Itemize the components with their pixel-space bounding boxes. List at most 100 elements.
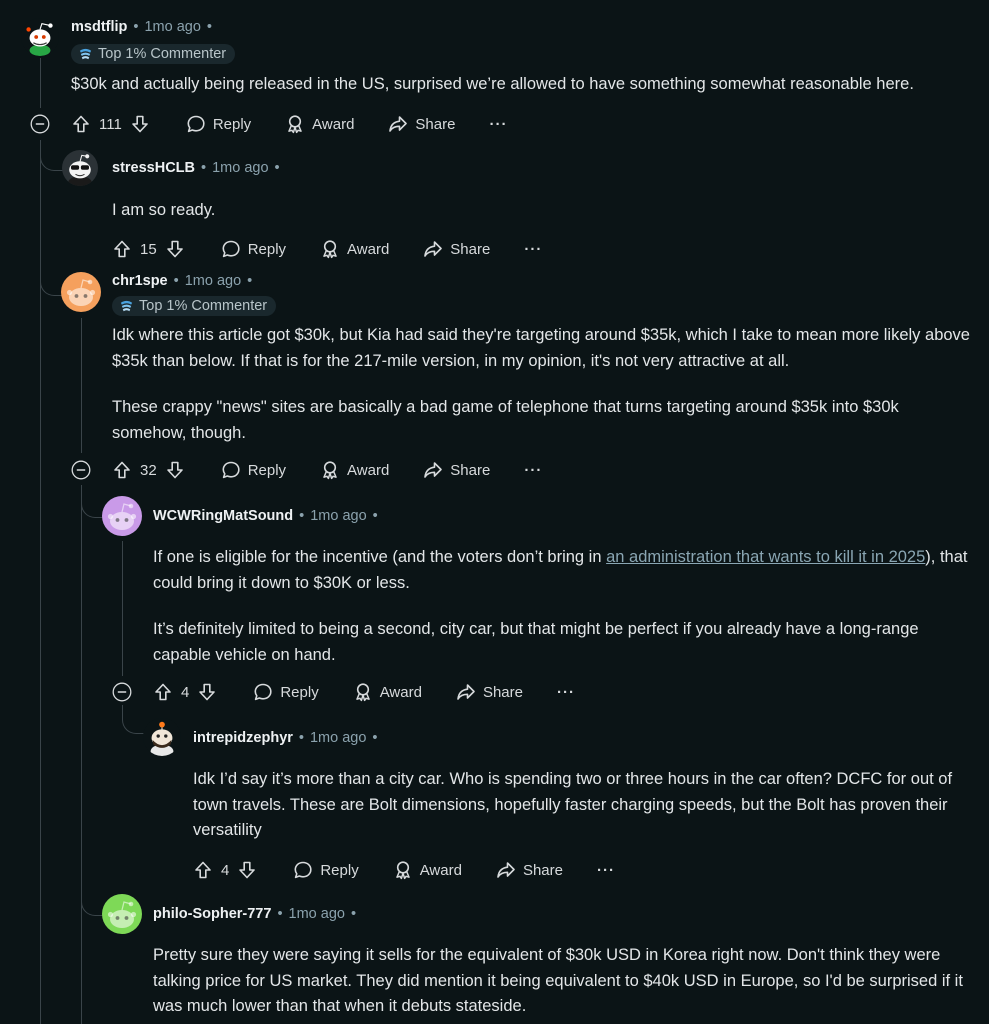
thread-line xyxy=(81,485,82,1024)
award-button[interactable]: Award xyxy=(393,860,462,880)
share-button[interactable]: Share xyxy=(423,460,490,480)
avatar[interactable] xyxy=(102,496,142,536)
share-button[interactable]: Share xyxy=(423,239,490,259)
upvote-icon[interactable] xyxy=(112,460,132,480)
avatar[interactable] xyxy=(143,718,181,756)
share-icon xyxy=(388,114,408,134)
comment-meta: msdtflip • 1mo ago • xyxy=(71,19,218,35)
more-options-button[interactable]: ··· xyxy=(597,862,615,879)
more-options-button[interactable]: ··· xyxy=(557,684,575,701)
downvote-icon[interactable] xyxy=(197,682,217,702)
award-button[interactable]: Award xyxy=(285,114,354,134)
vote-count: 111 xyxy=(99,115,122,133)
reply-button[interactable]: Reply xyxy=(221,460,286,480)
comment-text: If one is eligible for the incentive (an… xyxy=(153,548,607,566)
reply-label: Reply xyxy=(247,240,287,258)
separator-dot: • xyxy=(372,730,378,746)
upvote-icon[interactable] xyxy=(71,114,91,134)
award-label: Award xyxy=(419,861,462,879)
share-icon xyxy=(423,460,443,480)
avatar[interactable] xyxy=(61,272,101,312)
award-button[interactable]: Award xyxy=(320,460,389,480)
timestamp[interactable]: 1mo ago xyxy=(310,508,366,524)
thread-branch xyxy=(122,705,145,734)
flair-icon xyxy=(119,299,134,314)
user-flair: Top 1% Commenter xyxy=(71,44,236,64)
timestamp[interactable]: 1mo ago xyxy=(185,273,241,289)
username[interactable]: philo-Sopher-777 xyxy=(153,906,271,922)
reply-button[interactable]: Reply xyxy=(253,682,319,702)
upvote-icon[interactable] xyxy=(193,860,213,880)
comment-meta: philo-Sopher-777 • 1mo ago • xyxy=(153,906,362,922)
more-options-button[interactable]: ··· xyxy=(489,116,507,133)
collapse-icon[interactable] xyxy=(71,460,91,480)
vote-controls: 4 xyxy=(153,682,217,702)
username[interactable]: chr1spe xyxy=(112,273,168,289)
award-icon xyxy=(393,860,413,880)
downvote-icon[interactable] xyxy=(165,460,185,480)
timestamp[interactable]: 1mo ago xyxy=(144,19,200,35)
separator-dot: • xyxy=(277,906,283,922)
comment-meta: WCWRingMatSound • 1mo ago • xyxy=(153,508,384,524)
username[interactable]: stressHCLB xyxy=(112,160,195,176)
separator-dot: • xyxy=(299,508,305,524)
flair-label: Top 1% Commenter xyxy=(98,46,227,62)
vote-count: 15 xyxy=(140,240,157,258)
username[interactable]: msdtflip xyxy=(71,19,127,35)
award-label: Award xyxy=(312,115,355,133)
comment-paragraph: If one is eligible for the incentive (an… xyxy=(153,545,968,596)
vote-count: 4 xyxy=(181,683,190,701)
downvote-icon[interactable] xyxy=(165,239,185,259)
upvote-icon[interactable] xyxy=(112,239,132,259)
collapse-icon[interactable] xyxy=(112,682,132,702)
separator-dot: • xyxy=(274,160,280,176)
avatar[interactable] xyxy=(62,150,98,186)
username[interactable]: intrepidzephyr xyxy=(193,730,293,746)
share-label: Share xyxy=(450,461,491,479)
collapse-icon[interactable] xyxy=(30,114,50,134)
separator-dot: • xyxy=(298,730,304,746)
award-icon xyxy=(353,682,373,702)
award-button[interactable]: Award xyxy=(320,239,389,259)
share-button[interactable]: Share xyxy=(456,682,523,702)
vote-controls: 4 xyxy=(193,860,257,880)
thread-line xyxy=(40,58,41,108)
snoo-icon xyxy=(102,496,142,536)
avatar[interactable] xyxy=(102,894,142,934)
comment-body: I am so ready. xyxy=(112,198,972,224)
share-button[interactable]: Share xyxy=(388,114,455,134)
separator-dot: • xyxy=(247,273,253,289)
downvote-icon[interactable] xyxy=(237,860,257,880)
timestamp[interactable]: 1mo ago xyxy=(289,906,345,922)
award-button[interactable]: Award xyxy=(353,682,422,702)
separator-dot: • xyxy=(350,906,357,922)
avatar[interactable] xyxy=(21,18,59,56)
thread-branch xyxy=(40,150,63,171)
more-options-button[interactable]: ··· xyxy=(524,462,542,479)
reply-button[interactable]: Reply xyxy=(221,239,286,259)
thread-line xyxy=(40,140,41,1024)
timestamp[interactable]: 1mo ago xyxy=(310,730,366,746)
share-label: Share xyxy=(450,240,491,258)
share-icon xyxy=(423,239,443,259)
reply-button[interactable]: Reply xyxy=(186,114,251,134)
vote-count: 32 xyxy=(140,461,157,479)
username[interactable]: WCWRingMatSound xyxy=(153,508,293,524)
comment-paragraph: It’s definitely limited to being a secon… xyxy=(153,620,919,664)
reply-button[interactable]: Reply xyxy=(293,860,359,880)
timestamp[interactable]: 1mo ago xyxy=(212,160,268,176)
downvote-icon[interactable] xyxy=(130,114,150,134)
vote-count: 4 xyxy=(221,861,230,879)
user-flair: Top 1% Commenter xyxy=(112,296,277,316)
comment-paragraph: Idk I’d say it’s more than a city car. W… xyxy=(193,770,953,839)
share-label: Share xyxy=(482,683,523,701)
more-options-button[interactable]: ··· xyxy=(524,241,542,258)
comment-body: Idk where this article got $30k, but Kia… xyxy=(112,323,974,446)
comment-actions: 4 Reply Award Share ··· xyxy=(193,858,615,882)
comment-body: If one is eligible for the incentive (an… xyxy=(153,545,968,668)
upvote-icon[interactable] xyxy=(153,682,173,702)
comment-paragraph: Idk where this article got $30k, but Kia… xyxy=(112,326,970,370)
share-button[interactable]: Share xyxy=(496,860,563,880)
comment-body: Idk I’d say it’s more than a city car. W… xyxy=(193,767,973,844)
article-link[interactable]: an administration that wants to kill it … xyxy=(606,548,925,566)
